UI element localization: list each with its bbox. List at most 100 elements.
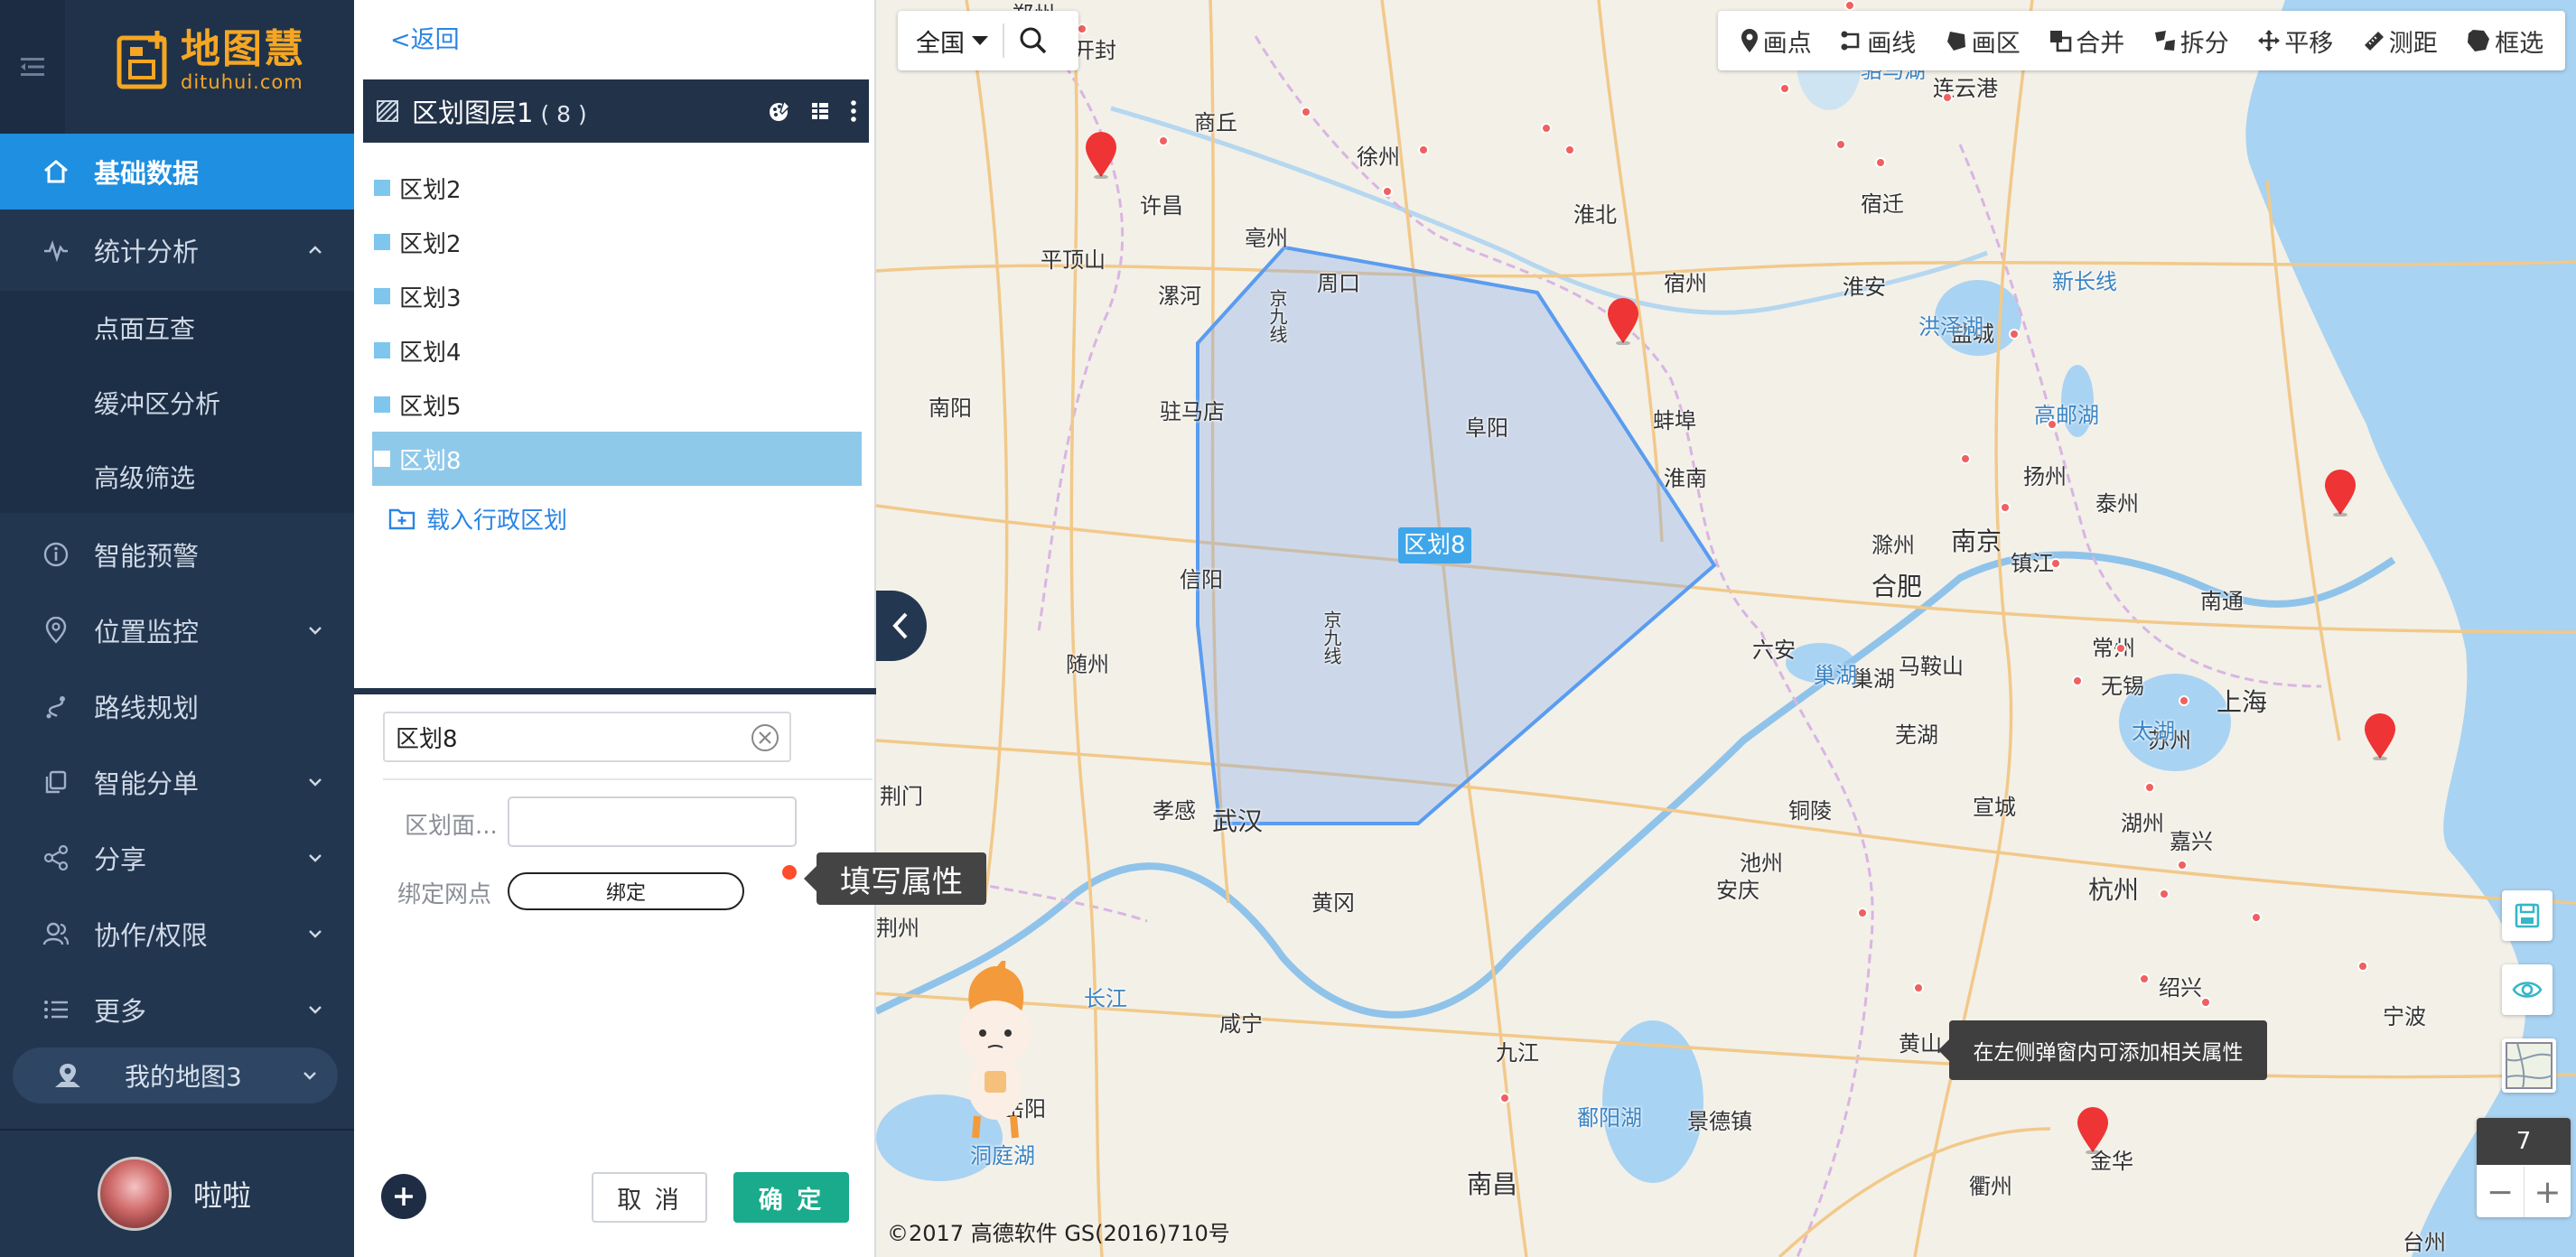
logo[interactable]: 地图慧 dituhui.com xyxy=(116,27,305,92)
tool-merge[interactable]: 合并 xyxy=(2049,23,2124,59)
region-label: 区划2 xyxy=(399,230,462,258)
share-icon xyxy=(40,842,72,874)
split-icon xyxy=(2154,31,2175,51)
cancel-button[interactable]: 取 消 xyxy=(592,1172,707,1223)
nav-item-share[interactable]: 分享 xyxy=(0,820,354,896)
region-name-input[interactable]: 区划8 xyxy=(383,712,791,762)
location-pin-icon xyxy=(40,614,72,647)
visibility-button[interactable] xyxy=(2502,964,2553,1015)
search-icon[interactable] xyxy=(1019,26,1048,55)
tool-label: 画区 xyxy=(1971,29,2021,58)
city-label: 黄山 xyxy=(1899,1031,1942,1057)
map-marker-icon[interactable] xyxy=(1606,298,1640,345)
my-map-selector[interactable]: 我的地图3 xyxy=(13,1048,338,1103)
nav-subitem-point-area[interactable]: 点面互查 xyxy=(0,291,354,365)
city-dot xyxy=(1499,1093,1510,1103)
clear-icon[interactable] xyxy=(750,722,780,753)
city-label: 铜陵 xyxy=(1788,798,1832,824)
map-marker-icon[interactable] xyxy=(2323,470,2357,517)
nav-item-more[interactable]: 更多 xyxy=(0,972,354,1048)
city-dot xyxy=(1382,186,1393,197)
city-label: 淮安 xyxy=(1843,275,1886,300)
more-vertical-icon[interactable] xyxy=(849,99,858,123)
chevron-down-icon xyxy=(309,778,322,787)
region-polygon-label[interactable]: 区划8 xyxy=(1398,527,1471,563)
nav-subitem-advanced-filter[interactable]: 高级筛选 xyxy=(0,441,354,513)
pulse-icon xyxy=(40,234,72,266)
region-item[interactable]: 区划2 xyxy=(372,161,862,215)
city-label: 南通 xyxy=(2200,589,2244,614)
region-item[interactable]: 区划2 xyxy=(372,215,862,269)
avatar[interactable] xyxy=(98,1157,172,1231)
chevron-up-icon xyxy=(309,246,322,254)
tour-hotspot-dot[interactable] xyxy=(782,865,797,880)
zoom-out-button[interactable]: − xyxy=(2477,1167,2524,1217)
city-dot xyxy=(1564,144,1575,155)
tool-draw-area[interactable]: 画区 xyxy=(1945,23,2021,59)
nav-item-collaboration[interactable]: 协作/权限 xyxy=(0,896,354,972)
tool-split[interactable]: 拆分 xyxy=(2153,23,2229,59)
city-dot xyxy=(2177,860,2188,871)
nav-item-basic-data[interactable]: 基础数据 xyxy=(0,134,354,210)
layer-count: ( 8 ) xyxy=(540,101,587,127)
confirm-button[interactable]: 确 定 xyxy=(733,1172,849,1223)
nav-subitem-buffer[interactable]: 缓冲区分析 xyxy=(0,365,354,441)
user-footer[interactable]: 啦啦 xyxy=(0,1129,354,1257)
table-icon[interactable] xyxy=(809,100,831,122)
city-label: 洞庭湖 xyxy=(970,1143,1035,1169)
form-separator xyxy=(383,778,873,780)
city-label: 随州 xyxy=(1066,652,1109,677)
tool-label: 框选 xyxy=(2495,29,2544,58)
map-marker-icon[interactable] xyxy=(2363,713,2397,760)
city-label: 商丘 xyxy=(1194,110,1237,135)
city-label: 鄱阳湖 xyxy=(1577,1105,1642,1131)
zoom-in-button[interactable]: + xyxy=(2524,1167,2571,1217)
city-dot xyxy=(1960,453,1971,464)
tool-measure[interactable]: 测距 xyxy=(2362,23,2438,59)
region-item-selected[interactable]: 区划8 xyxy=(372,432,862,486)
city-label: 上海 xyxy=(2217,687,2268,717)
bind-button[interactable]: 绑定 xyxy=(508,872,744,910)
fill-attributes-tooltip: 填写属性 xyxy=(804,852,986,905)
city-label: 常州 xyxy=(2092,636,2135,661)
load-admin-region-link[interactable]: 载入行政区划 xyxy=(388,502,567,535)
area-field[interactable] xyxy=(508,796,797,847)
city-label: 宿迁 xyxy=(1861,191,1904,217)
layer-title: 区划图层1( 8 ) xyxy=(412,92,587,130)
tool-draw-line[interactable]: 画线 xyxy=(1840,23,1916,59)
region-item[interactable]: 区划3 xyxy=(372,269,862,323)
tool-draw-point[interactable]: 画点 xyxy=(1740,23,1812,59)
style-palette-icon[interactable] xyxy=(768,99,791,123)
basemap-switch-button[interactable] xyxy=(2502,1038,2556,1093)
region-item[interactable]: 区划5 xyxy=(372,377,862,432)
map-canvas[interactable]: 郑州开封商丘徐州宿迁连云港许昌亳州淮北平顶山漯河周口宿州淮安盐城南阳驻马店阜阳蚌… xyxy=(876,0,2576,1257)
menu-collapse-button[interactable] xyxy=(0,0,65,134)
city-dot xyxy=(2072,675,2083,686)
nav-item-warning[interactable]: 智能预警 xyxy=(0,517,354,592)
map-marker-icon[interactable] xyxy=(2076,1107,2110,1154)
tool-box-select[interactable]: 框选 xyxy=(2466,23,2543,59)
region-selector[interactable]: 全国 xyxy=(916,23,965,59)
add-attribute-button[interactable] xyxy=(381,1174,426,1219)
map-user-icon xyxy=(55,1064,80,1087)
folder-add-icon xyxy=(388,508,415,529)
save-map-button[interactable] xyxy=(2502,890,2553,941)
nav-item-statistics[interactable]: 统计分析 xyxy=(0,210,354,291)
city-label: 咸宁 xyxy=(1219,1011,1263,1037)
back-link[interactable]: <返回 xyxy=(390,20,460,55)
region-item[interactable]: 区划4 xyxy=(372,323,862,377)
nav-item-label: 分享 xyxy=(94,844,147,875)
region-search-bar[interactable]: 全国 xyxy=(898,11,1078,70)
city-label: 台州 xyxy=(2403,1230,2446,1255)
tool-label: 测距 xyxy=(2388,29,2438,58)
nav-item-dispatch[interactable]: 智能分单 xyxy=(0,744,354,820)
city-label: 杭州 xyxy=(2088,875,2140,905)
city-dot xyxy=(1835,139,1846,150)
nav-item-route[interactable]: 路线规划 xyxy=(0,668,354,744)
nav-item-location-monitor[interactable]: 位置监控 xyxy=(0,592,354,668)
map-marker-icon[interactable] xyxy=(1084,132,1118,179)
region-swatch xyxy=(374,180,390,196)
layer-header[interactable]: 区划图层1( 8 ) xyxy=(363,79,869,143)
city-dot xyxy=(1942,92,1953,103)
tool-pan[interactable]: 平移 xyxy=(2257,23,2333,59)
